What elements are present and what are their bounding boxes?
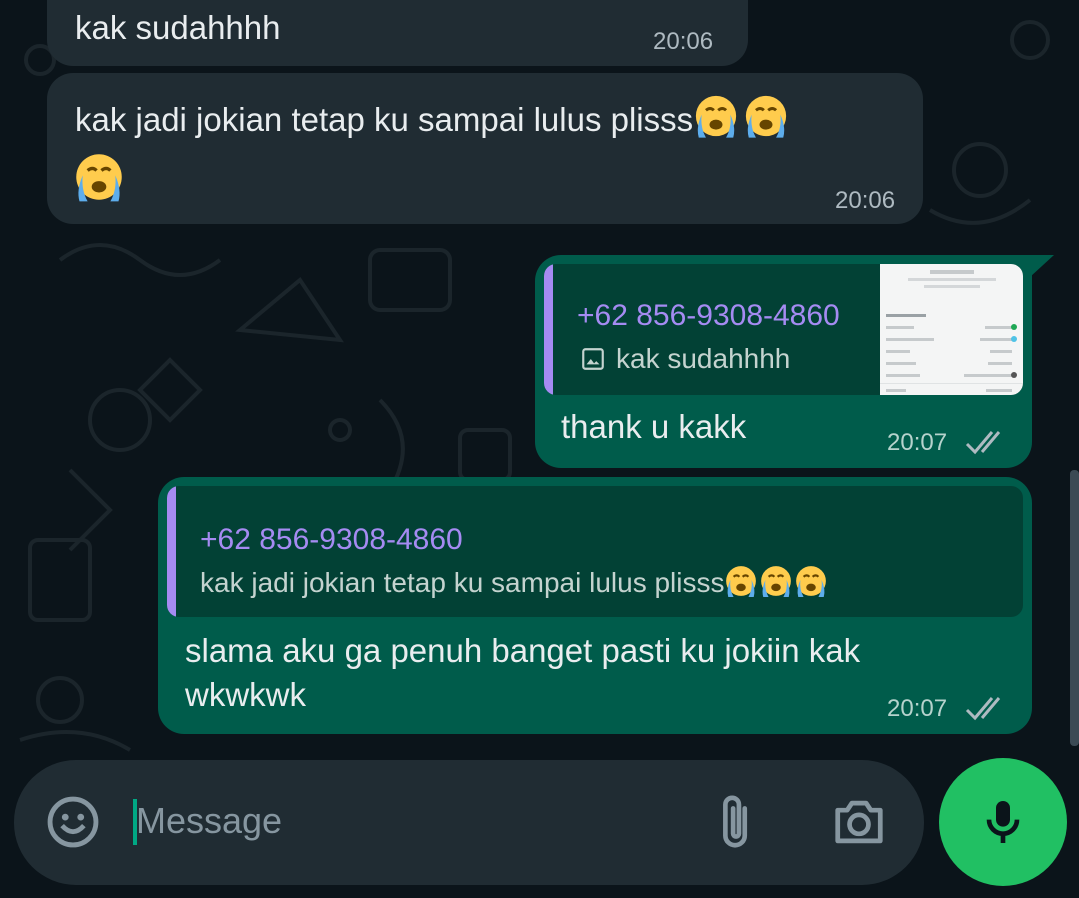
message-line: slama aku ga penuh banget pasti ku jokii… [185,632,861,669]
incoming-message[interactable]: kak jadi jokian tetap ku sampai lulus pl… [47,73,923,224]
message-text-content: kak jadi jokian tetap ku sampai lulus pl… [75,101,694,138]
emoji-icon[interactable] [44,793,102,851]
image-icon [582,348,604,370]
loudly-crying-face [746,95,787,138]
outgoing-message[interactable]: +62 856-9308-4860 kak jadi jokian tetap … [158,477,1032,734]
quoted-image-thumbnail [880,264,1023,395]
camera-icon[interactable] [830,796,888,848]
quoted-message[interactable]: +62 856-9308-4860 kak sudahhhh [544,264,1023,395]
quoted-message[interactable]: +62 856-9308-4860 kak jadi jokian tetap … [167,486,1023,617]
loudly-crying-face [726,566,757,597]
quote-text: kak sudahhhh [616,343,791,374]
incoming-message[interactable]: kak sudahhhh 20:06 [47,0,748,66]
scrollbar[interactable] [1070,470,1079,746]
double-check-icon [965,697,1001,721]
loudly-crying-face [696,95,737,138]
message-time: 20:06 [835,187,896,214]
quote-text: kak jadi jokian tetap ku sampai lulus pl… [200,564,829,599]
loudly-crying-face [76,154,122,202]
message-line: wkwkwk [185,676,306,713]
loudly-crying-face [761,566,792,597]
message-time: 20:07 [887,695,948,722]
double-check-icon [965,431,1001,455]
quote-sender: +62 856-9308-4860 [200,523,463,556]
message-text: slama aku ga penuh banget pasti ku jokii… [185,629,860,717]
outgoing-message[interactable]: +62 856-9308-4860 kak sudahhhh thank u k… [535,255,1054,468]
voice-record-button[interactable] [939,758,1067,886]
mic-icon [986,801,1020,843]
message-input[interactable]: Message [136,800,282,842]
quote-accent-bar [544,264,553,395]
message-text: kak jadi jokian tetap ku sampai lulus pl… [75,93,875,142]
message-text: kak sudahhhh [75,9,281,46]
receipt-preview [880,270,1023,392]
paperclip-icon[interactable] [717,791,757,853]
bubble-tail [1020,255,1054,277]
quote-text-content: kak jadi jokian tetap ku sampai lulus pl… [200,567,725,598]
quote-accent-bar [167,486,176,617]
message-time: 20:06 [653,28,714,55]
quote-sender: +62 856-9308-4860 [577,299,840,332]
message-text: thank u kakk [561,408,747,445]
loudly-crying-face [796,566,827,597]
message-time: 20:07 [887,429,948,456]
